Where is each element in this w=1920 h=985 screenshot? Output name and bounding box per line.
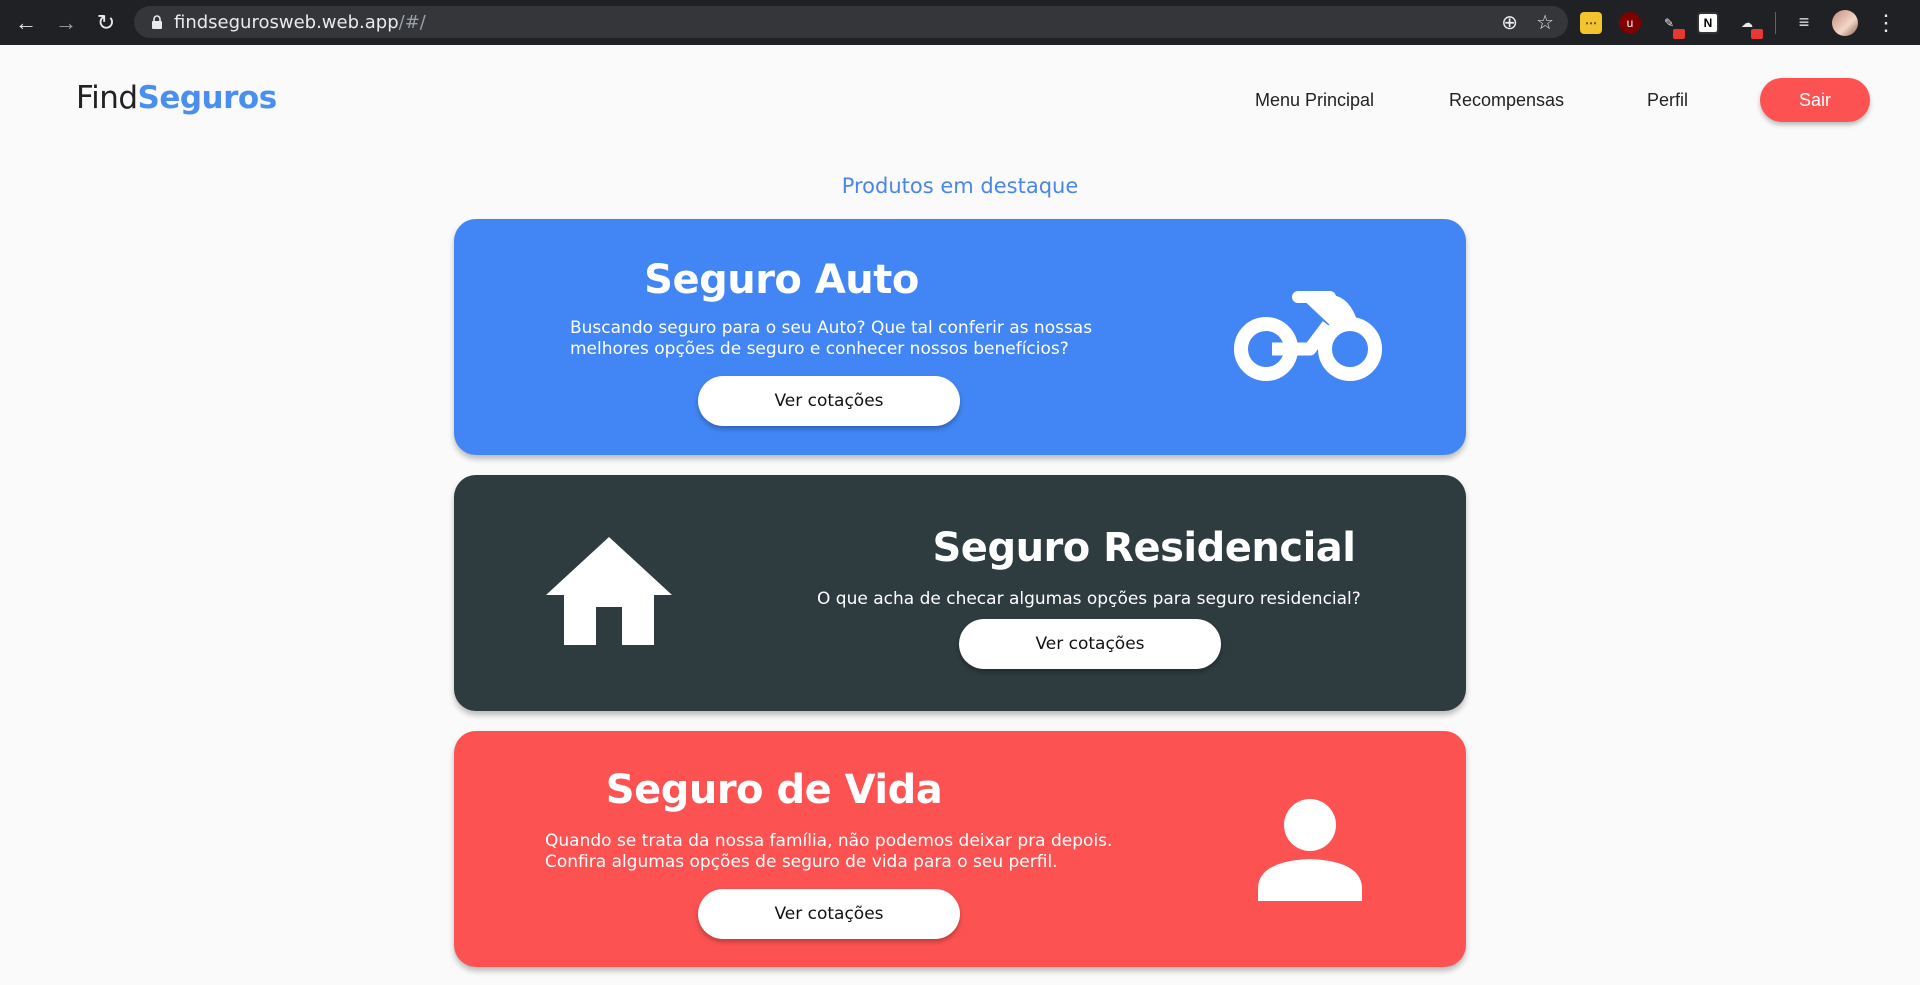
top-navigation: Menu Principal Recompensas Perfil Sair	[0, 78, 1920, 122]
nav-recompensas[interactable]: Recompensas	[1449, 90, 1564, 111]
lock-icon[interactable]	[150, 14, 164, 30]
card-description: O que acha de checar algumas opções para…	[817, 589, 1361, 609]
notion-extension-icon[interactable]: N	[1697, 11, 1719, 34]
card-title: Seguro Auto	[644, 257, 919, 303]
profile-avatar-icon[interactable]	[1832, 9, 1858, 36]
section-title: Produtos em destaque	[841, 174, 1079, 198]
url-text[interactable]: findsegurosweb.web.app/#/	[174, 12, 426, 33]
nav-menu-principal[interactable]: Menu Principal	[1255, 90, 1374, 111]
card-seguro-auto: Seguro Auto Buscando seguro para o seu A…	[454, 219, 1466, 455]
card-seguro-residencial: Seguro Residencial O que acha de checar …	[454, 475, 1466, 711]
pen-extension-icon[interactable]: ✎	[1658, 12, 1685, 39]
motorcycle-icon	[1232, 291, 1384, 390]
forward-icon[interactable]: →	[46, 3, 86, 43]
back-icon[interactable]: ←	[6, 3, 46, 43]
person-icon	[1258, 799, 1362, 905]
logout-button[interactable]: Sair	[1760, 78, 1870, 122]
reading-list-icon[interactable]: ≡	[1793, 12, 1815, 34]
card-description: Buscando seguro para o seu Auto? Que tal…	[570, 318, 1093, 359]
house-icon	[546, 537, 672, 649]
ver-cotacoes-button[interactable]: Ver cotações	[698, 376, 960, 426]
nav-perfil[interactable]: Perfil	[1647, 90, 1688, 111]
card-description: Quando se trata da nossa família, não po…	[545, 831, 1113, 872]
extension-yellow-icon[interactable]: ⋯	[1580, 11, 1602, 34]
toolbar-separator	[1775, 11, 1776, 34]
browser-toolbar: ← → ↻ findsegurosweb.web.app/#/ ⊕ ☆ ⋯ u …	[0, 0, 1920, 45]
card-title: Seguro Residencial	[932, 525, 1357, 571]
zoom-icon[interactable]: ⊕	[1501, 10, 1518, 35]
more-menu-icon[interactable]: ⋮	[1875, 10, 1897, 35]
ver-cotacoes-button[interactable]: Ver cotações	[698, 889, 960, 939]
bookmark-star-icon[interactable]: ☆	[1536, 10, 1554, 35]
address-bar[interactable]: findsegurosweb.web.app/#/ ⊕ ☆	[134, 6, 1568, 38]
ublock-extension-icon[interactable]: u	[1619, 11, 1641, 34]
card-title: Seguro de Vida	[605, 767, 943, 813]
reload-icon[interactable]: ↻	[86, 3, 126, 43]
ver-cotacoes-button[interactable]: Ver cotações	[959, 619, 1221, 669]
card-seguro-de-vida: Seguro de Vida Quando se trata da nossa …	[454, 731, 1466, 967]
cloud-extension-icon[interactable]: ☁	[1736, 12, 1763, 39]
